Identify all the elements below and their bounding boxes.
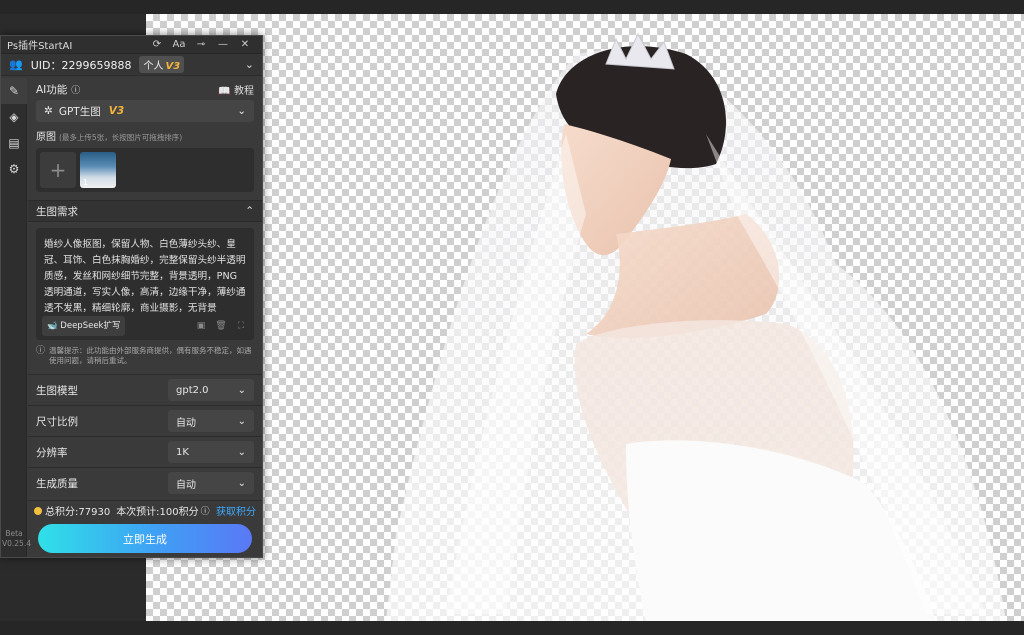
bride-image bbox=[386, 32, 1006, 621]
startai-plugin-panel: Ps插件StartAI ⟳ Aa ⊸ — ✕ 👥 UID：2299659888 … bbox=[0, 35, 263, 558]
save-prompt-icon[interactable]: ▣ bbox=[194, 318, 208, 334]
aspect-ratio-select[interactable]: 自动 ⌄ bbox=[168, 410, 254, 432]
chevron-up-icon: ⌃ bbox=[245, 205, 254, 217]
panel-main: AI功能 ⓘ 📖 教程 ✲ GPT生图 V3 ⌄ 原图 (最多上传5张，长按图片可… bbox=[28, 78, 262, 557]
trash-icon[interactable]: 🗑 bbox=[214, 318, 228, 334]
source-image-thumbnail[interactable]: 1 bbox=[80, 152, 116, 188]
model-select[interactable]: gpt2.0 ⌄ bbox=[168, 379, 254, 401]
ai-function-header: AI功能 ⓘ 📖 教程 bbox=[28, 78, 262, 100]
prompt-textarea[interactable]: 婚纱人像抠图，保留人物、白色薄纱头纱、皇冠、耳饰、白色抹胸婚纱，完整保留头纱半透… bbox=[36, 228, 254, 340]
users-icon: 👥 bbox=[9, 58, 23, 71]
generate-button[interactable]: 立即生成 bbox=[38, 524, 252, 553]
refresh-icon[interactable]: ⟳ bbox=[146, 39, 168, 50]
uid-label: UID：2299659888 bbox=[30, 58, 132, 72]
font-icon[interactable]: Aa bbox=[168, 39, 190, 50]
minimize-icon[interactable]: — bbox=[212, 39, 234, 50]
panel-title: Ps插件StartAI bbox=[7, 41, 73, 52]
generation-options: 生图模型 gpt2.0 ⌄ 尺寸比例 自动 ⌄ 分辨率 1K ⌄ 生成质量 自动 ⌄ bbox=[28, 374, 262, 498]
panel-titlebar[interactable]: Ps插件StartAI ⟳ Aa ⊸ — ✕ bbox=[1, 36, 262, 54]
estimate-credits: 本次预计:100积分 bbox=[116, 507, 199, 518]
add-image-button[interactable]: + bbox=[40, 152, 76, 188]
brush-icon[interactable]: ✎ bbox=[1, 78, 27, 104]
deepseek-expand-button[interactable]: 🐋 DeepSeek扩写 bbox=[42, 316, 126, 336]
resolution-select[interactable]: 1K ⌄ bbox=[168, 441, 254, 463]
gpt-icon: ✲ bbox=[44, 105, 53, 117]
option-resolution: 分辨率 1K ⌄ bbox=[28, 436, 262, 467]
coin-icon bbox=[34, 506, 42, 515]
info-icon: ⓘ bbox=[36, 346, 46, 356]
plugin-sidebar: ✎ ◈ ▤ ⚙ Beta V0.25.4 bbox=[1, 78, 31, 557]
source-image-label: 原图 (最多上传5张，长按图片可拖拽排序) bbox=[36, 132, 183, 143]
get-credits-link[interactable]: 获取积分 bbox=[216, 503, 256, 518]
info-icon[interactable]: ⓘ bbox=[71, 83, 80, 96]
quality-select[interactable]: 自动 ⌄ bbox=[168, 472, 254, 494]
option-model: 生图模型 gpt2.0 ⌄ bbox=[28, 374, 262, 405]
ai-function-label: AI功能 bbox=[36, 83, 68, 96]
document-canvas[interactable] bbox=[146, 14, 1024, 621]
gear-icon[interactable]: ⚙ bbox=[1, 156, 27, 182]
chevron-down-icon[interactable]: ⌄ bbox=[245, 58, 254, 71]
chevron-down-icon: ⌄ bbox=[237, 105, 246, 117]
credits-row: 总积分:77930 本次预计:100积分 ⓘ 获取积分 bbox=[28, 500, 262, 520]
prompt-section-header[interactable]: 生图需求 ⌃ bbox=[28, 200, 262, 222]
version-label: Beta V0.25.4 bbox=[2, 529, 31, 548]
option-aspect-ratio: 尺寸比例 自动 ⌄ bbox=[28, 405, 262, 436]
tutorial-link[interactable]: 📖 教程 bbox=[218, 82, 254, 97]
canvas-top-bar bbox=[0, 0, 1024, 14]
pin-icon[interactable]: ⊸ bbox=[190, 39, 212, 50]
service-notice: ⓘ 温馨提示：此功能由外部服务商提供，偶有服务不稳定，如遇使用问题，请稍后重试。 bbox=[36, 346, 252, 365]
canvas-bottom-bar bbox=[0, 621, 1024, 635]
close-icon[interactable]: ✕ bbox=[234, 39, 256, 50]
info-icon[interactable]: ⓘ bbox=[201, 504, 210, 517]
option-quality: 生成质量 自动 ⌄ bbox=[28, 467, 262, 498]
fullscreen-icon[interactable]: ⛶ bbox=[234, 318, 248, 334]
account-row[interactable]: 👥 UID：2299659888 个人 V3 ⌄ bbox=[1, 54, 262, 76]
layers-icon[interactable]: ◈ bbox=[1, 104, 27, 130]
total-credits: 总积分:77930 bbox=[45, 507, 111, 518]
ai-function-select[interactable]: ✲ GPT生图 V3 ⌄ bbox=[36, 100, 254, 122]
source-image-strip: + 1 bbox=[36, 148, 254, 192]
account-badge: 个人 V3 bbox=[139, 56, 185, 73]
book-icon[interactable]: ▤ bbox=[1, 130, 27, 156]
